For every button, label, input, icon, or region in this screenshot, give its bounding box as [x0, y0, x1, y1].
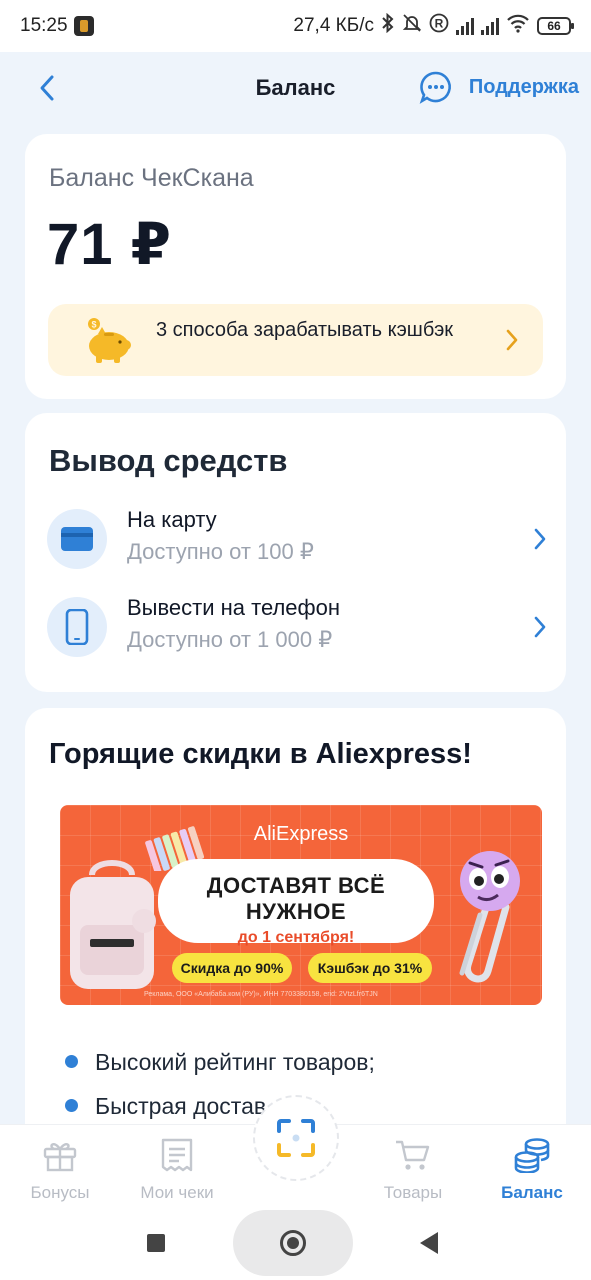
withdraw-to-phone[interactable]: Вывести на телефон Доступно от 1 000 ₽: [47, 595, 547, 659]
promo-text: 3 способа зарабатывать кэшбэк: [156, 319, 454, 341]
hot-deals-title: Горящие скидки в Aliexpress!: [49, 738, 472, 770]
aliexpress-banner[interactable]: AliExpress ДОСТАВЯТ ВСЁ НУЖНОЕ до 1 сент…: [60, 805, 542, 1005]
balance-card: Баланс ЧекСкана 71 ₽ $ 3 способа зарабат…: [25, 134, 566, 399]
battery-level: 66: [547, 19, 561, 33]
nav-bonuses[interactable]: Бонусы: [0, 1135, 120, 1203]
mute-icon: [402, 13, 422, 39]
support-button[interactable]: Поддержка: [419, 70, 579, 104]
balance-label: Баланс ЧекСкана: [49, 164, 254, 192]
phone-icon: [65, 609, 89, 645]
home-circle-icon: [280, 1230, 306, 1256]
card-icon-wrap: [47, 509, 107, 569]
net-speed: 27,4 КБ/с: [293, 15, 374, 36]
withdraw-option-subtitle: Доступно от 1 000 ₽: [127, 627, 333, 652]
status-right: 27,4 КБ/с R 66: [293, 12, 574, 39]
battery-icon: 66: [537, 17, 574, 35]
status-bar: 15:25 27,4 КБ/с R 66: [0, 0, 591, 52]
status-time: 15:25: [20, 15, 68, 36]
coins-icon: [514, 1138, 550, 1173]
wifi-icon: [506, 13, 530, 39]
banner-headline: ДОСТАВЯТ ВСЁ НУЖНОЕ: [206, 873, 386, 924]
gift-icon: [43, 1143, 77, 1172]
banner-bubble: ДОСТАВЯТ ВСЁ НУЖНОЕ до 1 сентября!: [158, 859, 434, 946]
banner-legal: Реклама, ООО «Алибаба.ком (РУ)», ИНН 770…: [144, 991, 378, 998]
nav-balance[interactable]: Баланс: [472, 1135, 591, 1203]
bluetooth-icon: [381, 12, 395, 39]
banner-brand: AliExpress: [253, 823, 349, 845]
scan-button[interactable]: [253, 1095, 339, 1181]
registered-icon: R: [429, 13, 449, 39]
cart-icon: [396, 1140, 430, 1170]
cashback-ways-banner[interactable]: $ 3 способа зарабатывать кэшбэк: [48, 304, 543, 376]
cashback-pill: Кэшбэк до 31%: [308, 953, 432, 983]
bullet-item: Высокий рейтинг товаров;: [61, 1046, 375, 1090]
back-button[interactable]: [34, 72, 60, 104]
nav-label: Бонусы: [30, 1183, 90, 1202]
system-nav-bar: [0, 1208, 591, 1280]
discount-pill: Скидка до 90%: [172, 953, 292, 983]
signal-icon-2: [481, 17, 499, 35]
support-label: Поддержка: [468, 75, 579, 98]
receipt-icon: [161, 1138, 193, 1172]
chevron-right-icon: [534, 616, 546, 638]
scan-icon: [277, 1119, 315, 1157]
paperclip-mascot-image: [459, 851, 520, 983]
chevron-right-icon: [534, 528, 546, 550]
app-header: Баланс Поддержка: [0, 52, 591, 124]
nav-receipts[interactable]: Мои чеки: [117, 1135, 237, 1203]
nav-products[interactable]: Товары: [353, 1135, 473, 1203]
withdraw-option-subtitle: Доступно от 100 ₽: [127, 539, 314, 564]
system-back-button[interactable]: [420, 1232, 438, 1254]
svg-text:$: $: [91, 320, 96, 330]
withdraw-to-card[interactable]: На карту Доступно от 100 ₽: [47, 507, 547, 571]
nav-label: Мои чеки: [140, 1183, 214, 1202]
chevron-right-icon: [506, 329, 518, 351]
chat-bubble-icon: [419, 71, 451, 104]
chevron-left-icon: [40, 75, 54, 101]
banner-subline: до 1 сентября!: [237, 929, 355, 946]
home-button[interactable]: [233, 1210, 353, 1276]
withdraw-card: Вывод средств На карту Доступно от 100 ₽…: [25, 413, 566, 692]
card-icon: [61, 527, 93, 551]
withdraw-option-title: Вывести на телефон: [127, 595, 341, 620]
nav-label: Баланс: [501, 1183, 563, 1202]
notification-app-icon: [73, 16, 94, 36]
nav-label: Товары: [383, 1183, 443, 1202]
backpack-image: [70, 860, 156, 989]
signal-icon-1: [456, 17, 474, 35]
withdraw-title: Вывод средств: [49, 443, 288, 478]
recent-apps-button[interactable]: [147, 1234, 165, 1252]
balance-value: 71 ₽: [47, 212, 172, 277]
hot-deals-card: Горящие скидки в Aliexpress! AliExpress …: [25, 708, 566, 1148]
piggy-bank-icon: $: [88, 318, 131, 363]
phone-icon-wrap: [47, 597, 107, 657]
withdraw-option-title: На карту: [127, 507, 217, 532]
svg-text:R: R: [435, 17, 444, 31]
